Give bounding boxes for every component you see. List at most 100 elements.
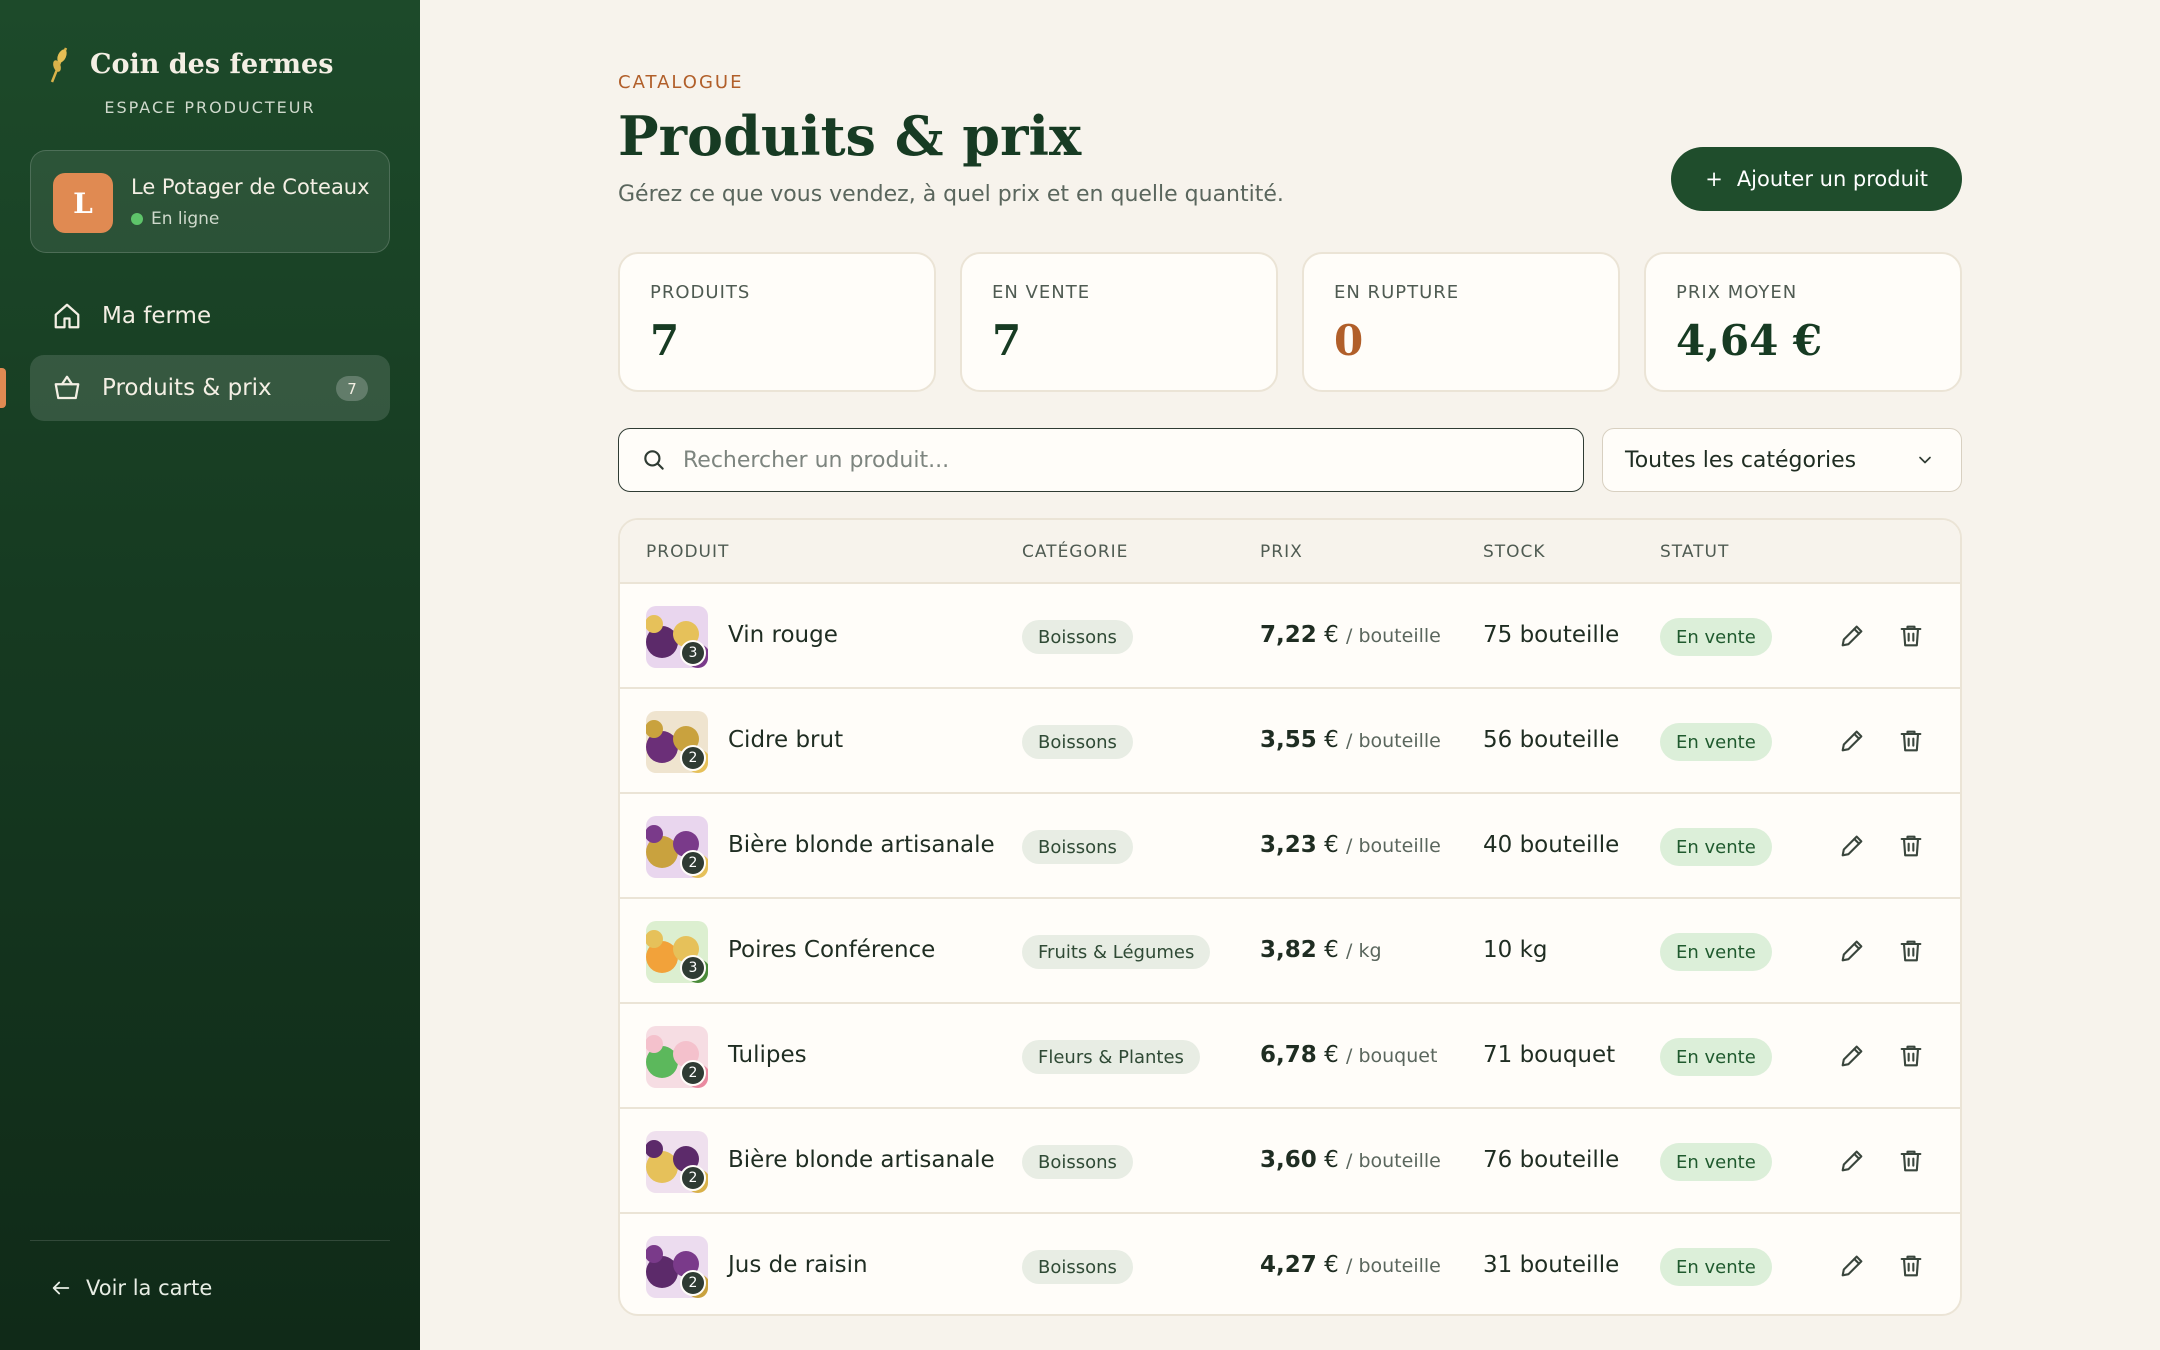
online-dot-icon [131,213,143,225]
trash-icon[interactable] [1897,622,1925,650]
stat-label: PRODUITS [650,282,751,303]
product-stock: 40 bouteille [1483,832,1620,858]
back-to-map-link[interactable]: Voir la carte [50,1276,212,1300]
table-row[interactable]: 2 Tulipes Fleurs & Plantes 6,78 € / bouq… [620,1004,1960,1109]
product-price: 3,60 € / bouteille [1260,1147,1441,1173]
home-icon [54,303,80,329]
edit-icon[interactable] [1838,1147,1866,1175]
price-unit: / bouteille [1346,730,1441,752]
category-chip: Boissons [1022,620,1133,654]
price-unit: / bouteille [1346,625,1441,647]
add-product-button[interactable]: + Ajouter un produit [1671,147,1962,211]
price-currency: € [1324,622,1339,648]
main-content: CATALOGUE Produits & prix Gérez ce que v… [618,0,1962,1350]
trash-icon[interactable] [1897,832,1925,860]
product-stock: 31 bouteille [1483,1252,1620,1278]
sidebar-item-produits-prix[interactable]: Produits & prix 7 [30,355,390,421]
page-title: Produits & prix [618,104,1082,168]
sidebar-item-ma-ferme[interactable]: Ma ferme [30,283,390,349]
price-amount: 7,22 [1260,622,1317,648]
photo-count-badge: 3 [680,640,706,666]
trash-icon[interactable] [1897,1042,1925,1070]
product-price: 6,78 € / bouquet [1260,1042,1437,1068]
avatar: L [53,173,113,233]
brand-title: Coin des fermes [90,48,334,80]
price-currency: € [1324,832,1339,858]
price-amount: 6,78 [1260,1042,1317,1068]
stat-card-en-rupture: EN RUPTURE 0 [1302,252,1620,392]
product-name: Bière blonde artisanale [728,832,995,858]
status-badge: En vente [1660,723,1772,761]
farm-card[interactable]: L Le Potager de Coteaux En ligne [30,150,390,253]
edit-icon[interactable] [1838,622,1866,650]
table-row[interactable]: 2 Jus de raisin Boissons 4,27 € / boutei… [620,1214,1960,1314]
brand[interactable]: Coin des fermes [46,44,333,84]
table-row[interactable]: 3 Poires Conférence Fruits & Légumes 3,8… [620,899,1960,1004]
trash-icon[interactable] [1897,937,1925,965]
price-currency: € [1324,1252,1339,1278]
price-amount: 3,82 [1260,937,1317,963]
trash-icon[interactable] [1897,1252,1925,1280]
product-name: Cidre brut [728,727,844,753]
table-row[interactable]: 2 Bière blonde artisanale Boissons 3,23 … [620,794,1960,899]
photo-count-badge: 2 [680,1165,706,1191]
photo-count-badge: 2 [680,850,706,876]
add-product-label: Ajouter un produit [1736,167,1928,191]
basket-icon [54,375,80,400]
product-price: 7,22 € / bouteille [1260,622,1441,648]
farm-status-label: En ligne [151,209,220,229]
search-box[interactable] [618,428,1584,492]
search-input[interactable] [683,447,1543,473]
category-chip: Fruits & Légumes [1022,935,1211,969]
plus-icon: + [1705,167,1723,191]
farm-name: Le Potager de Coteaux [131,175,370,199]
category-chip: Boissons [1022,725,1133,759]
price-unit: / bouteille [1346,1150,1441,1172]
trash-icon[interactable] [1897,727,1925,755]
chevron-down-icon [1919,456,1931,464]
price-amount: 4,27 [1260,1252,1317,1278]
sidebar-item-label: Ma ferme [102,303,212,329]
column-header[interactable]: STOCK [1483,542,1546,562]
status-badge: En vente [1660,1038,1772,1076]
back-link-label: Voir la carte [86,1276,213,1300]
column-header[interactable]: PRODUIT [646,542,729,562]
column-header[interactable]: STATUT [1660,542,1729,562]
stat-card-prix-moyen: PRIX MOYEN 4,64 € [1644,252,1962,392]
edit-icon[interactable] [1838,1042,1866,1070]
trash-icon[interactable] [1897,1147,1925,1175]
status-badge: En vente [1660,1143,1772,1181]
category-select-value: Toutes les catégories [1625,447,1857,473]
product-name: Tulipes [728,1042,807,1068]
product-name: Jus de raisin [728,1252,868,1278]
price-amount: 3,23 [1260,832,1317,858]
column-header[interactable]: PRIX [1260,542,1303,562]
sidebar-divider [30,1240,390,1241]
table-row[interactable]: 2 Bière blonde artisanale Boissons 3,60 … [620,1109,1960,1214]
price-currency: € [1324,1147,1339,1173]
edit-icon[interactable] [1838,727,1866,755]
price-currency: € [1324,727,1339,753]
sidebar: Coin des fermes ESPACE PRODUCTEUR L Le P… [0,0,420,1350]
edit-icon[interactable] [1838,937,1866,965]
table-row[interactable]: 3 Vin rouge Boissons 7,22 € / bouteille … [620,584,1960,689]
product-stock: 75 bouteille [1483,622,1620,648]
column-header[interactable]: CATÉGORIE [1022,542,1128,562]
brand-subtitle: ESPACE PRODUCTEUR [104,98,316,117]
stats-row: PRODUITS 7 EN VENTE 7 EN RUPTURE 0 PRIX … [618,252,1962,392]
status-badge: En vente [1660,1248,1772,1286]
status-badge: En vente [1660,933,1772,971]
product-price: 3,23 € / bouteille [1260,832,1441,858]
photo-count-badge: 2 [680,1270,706,1296]
products-table: PRODUIT CATÉGORIE PRIX STOCK STATUT 3 Vi… [618,518,1962,1316]
category-chip: Boissons [1022,1250,1133,1284]
eyebrow: CATALOGUE [618,72,744,93]
table-row[interactable]: 2 Cidre brut Boissons 3,55 € / bouteille… [620,689,1960,794]
stat-value: 4,64 € [1676,316,1823,365]
category-select[interactable]: Toutes les catégories [1602,428,1962,492]
photo-count-badge: 3 [680,955,706,981]
edit-icon[interactable] [1838,832,1866,860]
edit-icon[interactable] [1838,1252,1866,1280]
stat-value: 0 [1334,316,1364,365]
product-stock: 56 bouteille [1483,727,1620,753]
